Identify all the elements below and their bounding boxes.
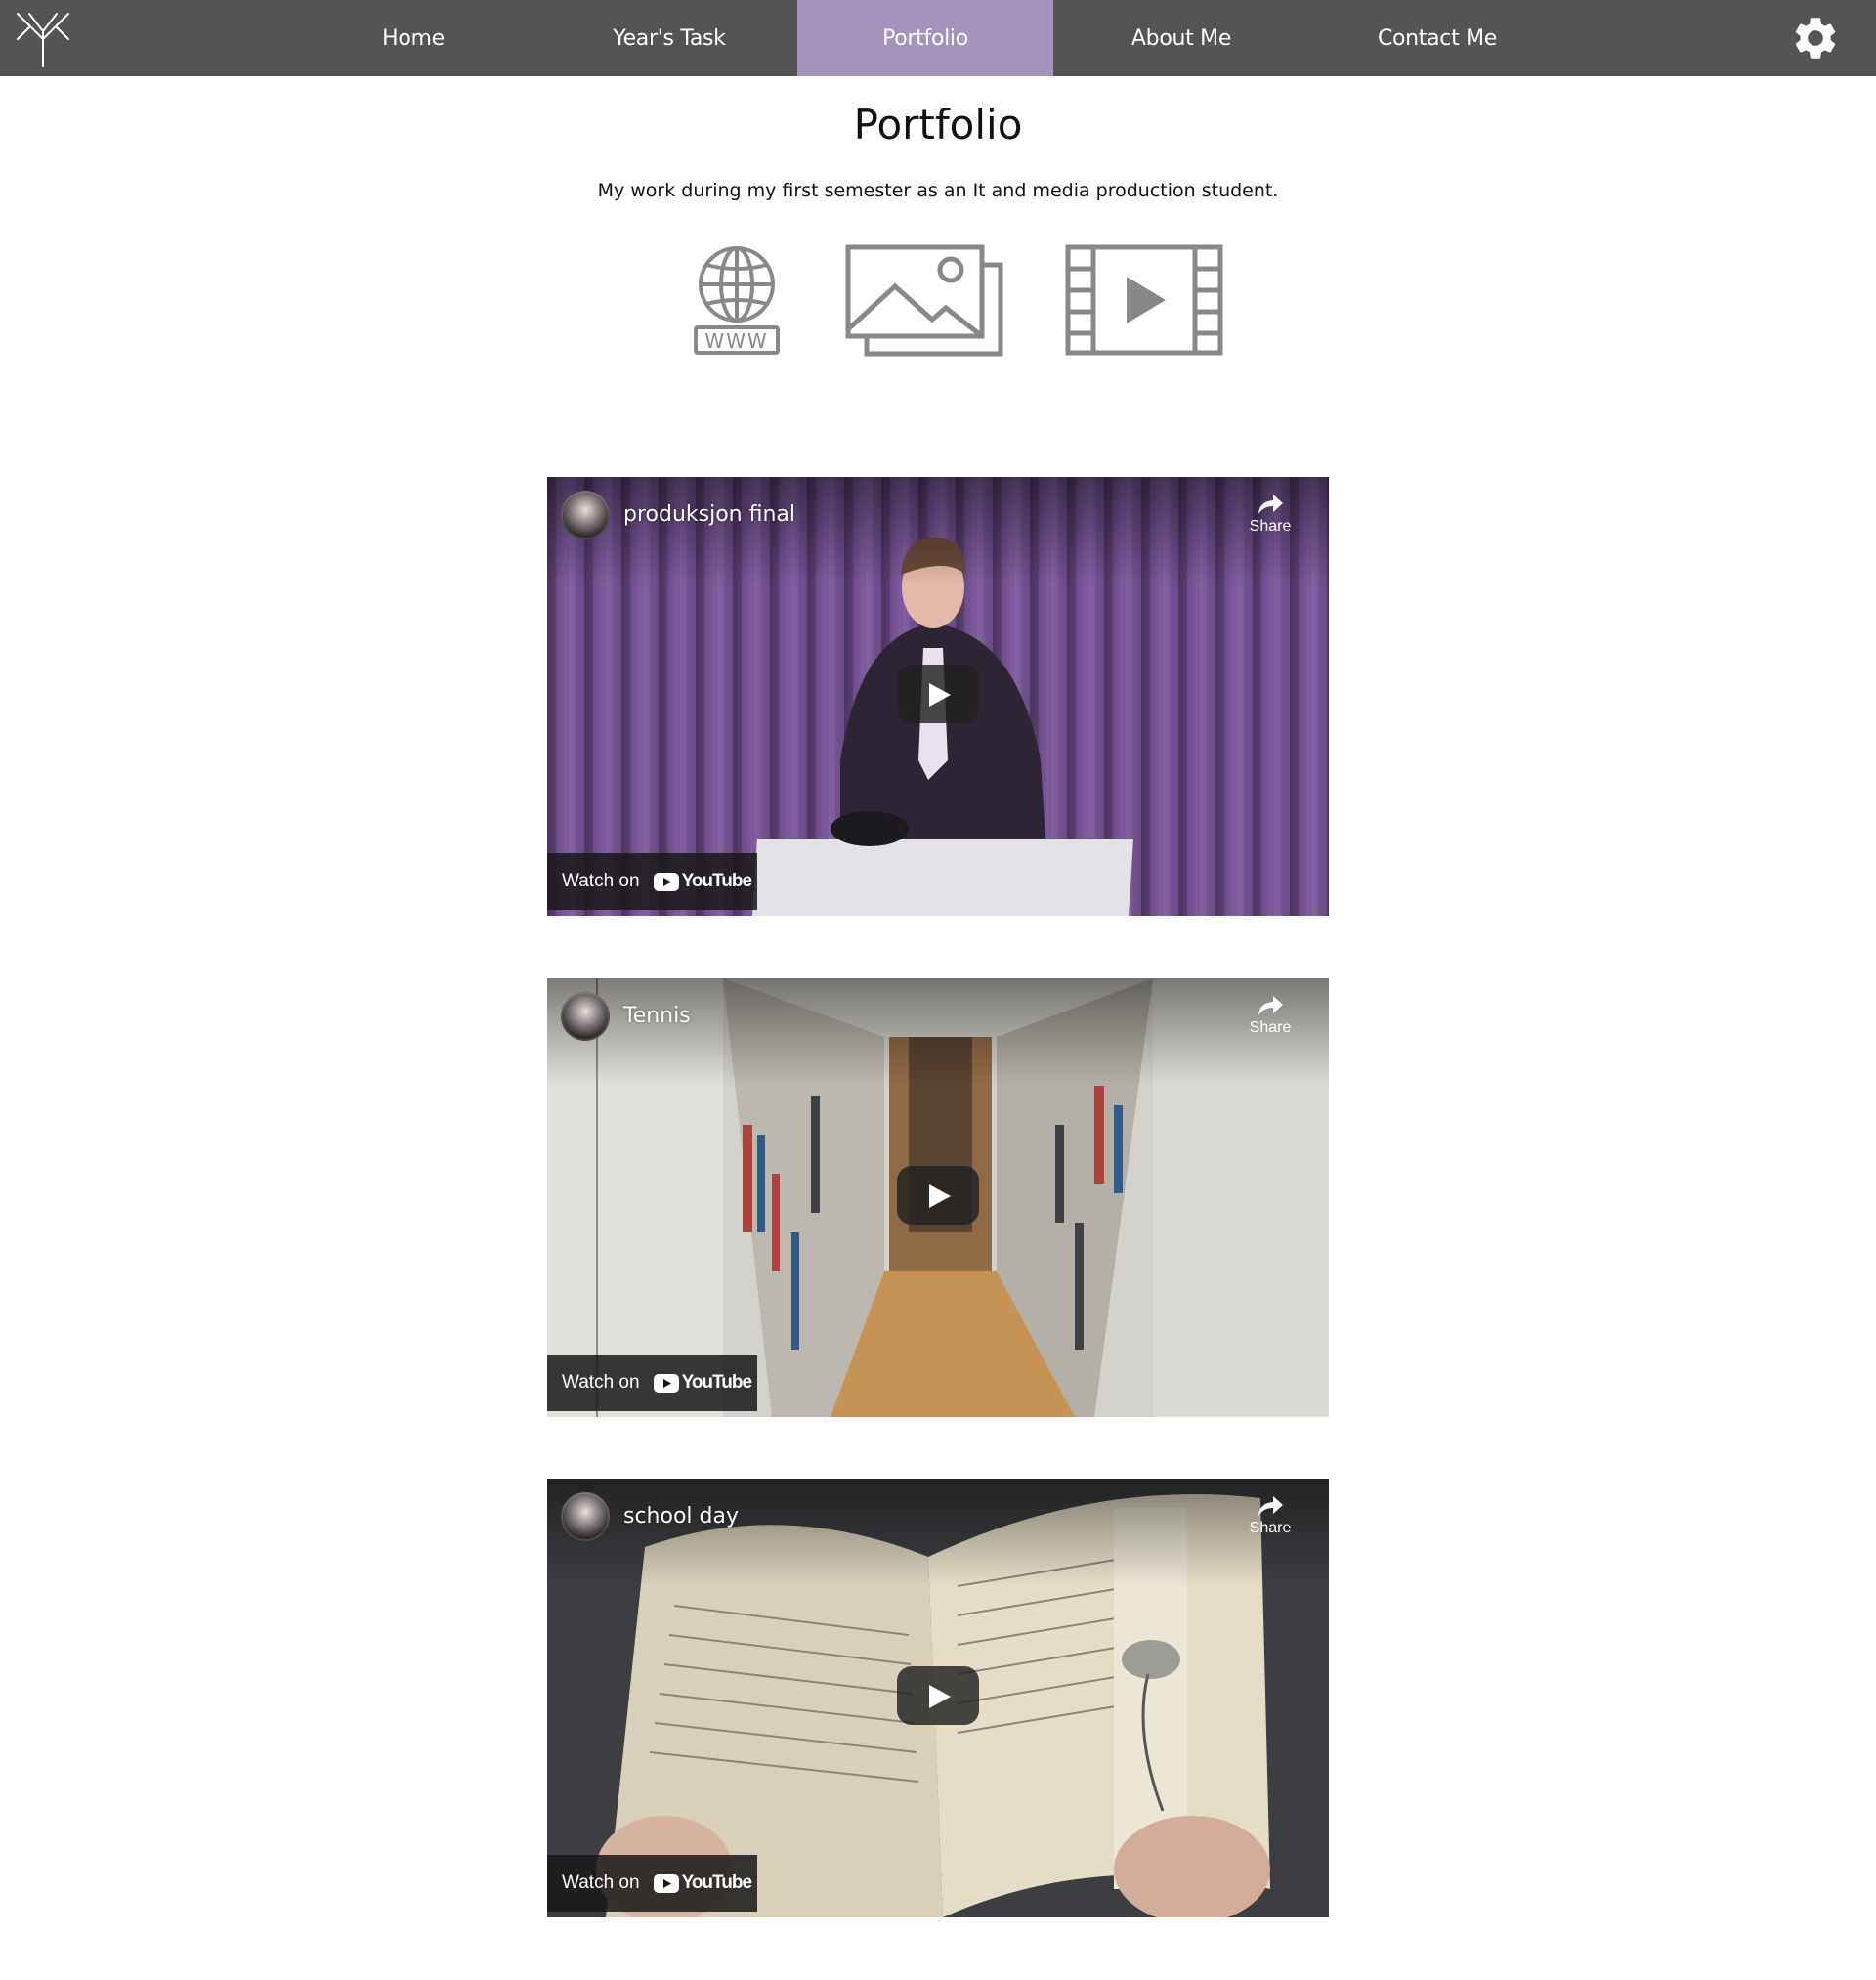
site-logo-icon[interactable] [14, 10, 72, 68]
www-label: WWW [704, 329, 768, 353]
watch-on-youtube-button[interactable]: Watch on YouTube [547, 1355, 757, 1411]
video-title[interactable]: produksjon final [623, 502, 795, 527]
video-title[interactable]: Tennis [623, 1004, 691, 1028]
video-header-overlay [547, 978, 1329, 1086]
channel-avatar[interactable] [561, 1492, 610, 1541]
youtube-wordmark: YouTube [681, 871, 752, 891]
category-icons: WWW [0, 243, 1876, 357]
top-navigation-bar: Home Year's Task Portfolio About Me Cont… [0, 0, 1876, 76]
youtube-wordmark: YouTube [681, 1372, 752, 1393]
share-label: Share [1249, 518, 1292, 535]
share-arrow-icon [1258, 996, 1283, 1015]
share-button[interactable]: Share [1241, 493, 1300, 536]
video-film-icon[interactable] [1064, 243, 1224, 357]
share-button[interactable]: Share [1241, 1494, 1300, 1537]
www-globe-icon[interactable]: WWW [693, 243, 781, 357]
video-embed-3[interactable]: school day Share Watch on YouTube [547, 1479, 1329, 1917]
share-label: Share [1249, 1019, 1292, 1036]
watch-on-youtube-button[interactable]: Watch on YouTube [547, 1855, 757, 1912]
play-button[interactable] [897, 665, 979, 723]
settings-gear-icon[interactable] [1790, 13, 1841, 64]
nav-item-contact-me[interactable]: Contact Me [1309, 0, 1565, 76]
video-title[interactable]: school day [623, 1504, 739, 1528]
youtube-play-icon [653, 872, 679, 891]
watch-on-label: Watch on [562, 871, 640, 891]
share-arrow-icon [1258, 1496, 1283, 1516]
youtube-logo: YouTube [653, 871, 752, 892]
youtube-logo: YouTube [653, 1872, 752, 1894]
page-subtitle: My work during my first semester as an I… [597, 180, 1279, 201]
video-header-overlay [547, 1479, 1329, 1586]
share-label: Share [1249, 1520, 1292, 1536]
page-title: Portfolio [853, 101, 1023, 149]
channel-avatar[interactable] [561, 491, 610, 539]
youtube-play-icon [653, 1373, 679, 1393]
main-nav: Home Year's Task Portfolio About Me Cont… [285, 0, 1565, 76]
play-button[interactable] [897, 1666, 979, 1725]
share-button[interactable]: Share [1241, 994, 1300, 1037]
youtube-wordmark: YouTube [681, 1872, 752, 1893]
nav-item-home[interactable]: Home [285, 0, 541, 76]
watch-on-label: Watch on [562, 1372, 640, 1393]
play-button[interactable] [897, 1166, 979, 1225]
watch-on-label: Watch on [562, 1872, 640, 1893]
youtube-logo: YouTube [653, 1372, 752, 1394]
video-embed-1[interactable]: produksjon final Share Watch on YouTube [547, 477, 1329, 916]
nav-item-about-me[interactable]: About Me [1053, 0, 1309, 76]
share-arrow-icon [1258, 495, 1283, 514]
image-gallery-icon[interactable] [844, 243, 1004, 357]
video-header-overlay [547, 477, 1329, 584]
channel-avatar[interactable] [561, 992, 610, 1041]
youtube-play-icon [653, 1873, 679, 1893]
watch-on-youtube-button[interactable]: Watch on YouTube [547, 853, 757, 910]
nav-item-years-task[interactable]: Year's Task [541, 0, 797, 76]
nav-item-portfolio[interactable]: Portfolio [797, 0, 1053, 76]
video-embed-2[interactable]: Tennis Share Watch on YouTube [547, 978, 1329, 1417]
